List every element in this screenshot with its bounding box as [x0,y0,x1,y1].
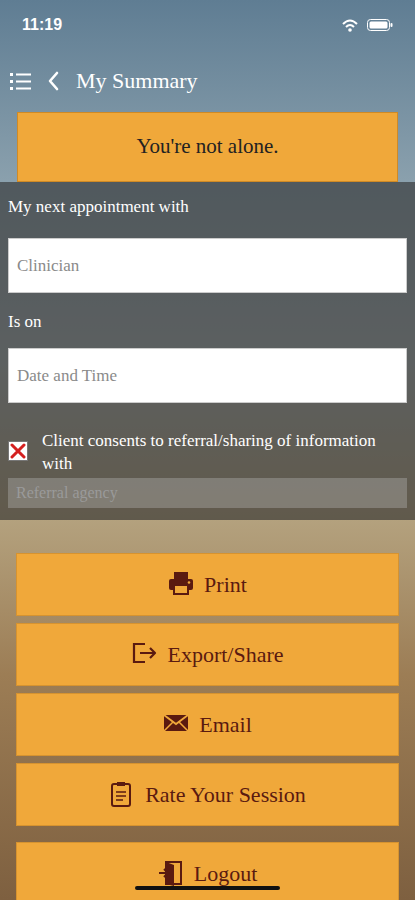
consent-row: Client consents to referral/sharing of i… [8,429,407,475]
envelope-icon [163,711,189,738]
battery-icon [367,19,393,31]
back-button[interactable] [47,71,60,91]
x-mark-icon [10,443,26,459]
button-label: Export/Share [167,638,283,671]
status-icons [341,18,393,32]
printer-icon [168,571,194,598]
email-button[interactable]: Email [16,693,399,756]
button-label: Rate Your Session [145,778,306,811]
chevron-left-icon [47,71,60,91]
banner: You're not alone. [17,112,398,182]
print-button[interactable]: Print [16,553,399,616]
header-bar: My Summary [0,50,415,112]
rate-button[interactable]: Rate Your Session [16,763,399,826]
status-time: 11:19 [22,13,62,37]
page-title: My Summary [76,68,198,94]
referral-field [8,478,407,508]
status-bar: 11:19 [0,0,415,50]
clinician-field[interactable] [8,238,407,293]
menu-button[interactable] [10,72,31,91]
list-icon [10,72,31,91]
logout-button[interactable]: Logout [16,842,399,900]
consent-checkbox[interactable] [8,441,28,461]
date-field[interactable] [8,348,407,403]
consent-label: Client consents to referral/sharing of i… [42,429,407,475]
button-label: Email [199,708,252,741]
clipboard-icon [109,781,135,808]
clinician-label: My next appointment with [8,196,407,218]
home-indicator [135,886,280,890]
button-label: Print [204,568,247,601]
export-icon [131,641,157,668]
export-button[interactable]: Export/Share [16,623,399,686]
date-label: Is on [8,311,407,333]
wifi-icon [341,18,359,32]
appointment-panel: My next appointment with Is on Client cons… [0,182,415,520]
action-list: Print Export/Share Email Rate Your Session L… [0,553,415,900]
door-exit-icon [158,860,184,887]
